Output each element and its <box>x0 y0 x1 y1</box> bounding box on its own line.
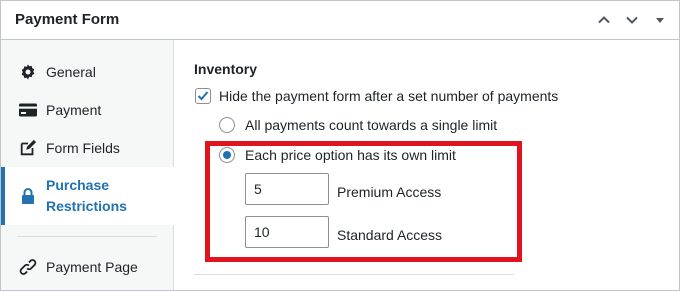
link-icon <box>18 257 38 277</box>
caret-down-icon[interactable] <box>649 9 671 31</box>
single-limit-label: All payments count towards a single limi… <box>245 117 498 133</box>
standard-access-label: Standard Access <box>337 227 443 243</box>
panel-title: Payment Form <box>15 11 120 28</box>
sidebar: General Payment Form Fields Purchase Res… <box>1 40 174 290</box>
sidebar-item-label: Purchase Restrictions <box>46 175 127 217</box>
sidebar-item-payment[interactable]: Payment <box>1 91 173 129</box>
lock-icon <box>18 186 38 206</box>
per-option-limit-option[interactable]: Each price option has its own limit <box>219 147 456 163</box>
edit-icon <box>18 138 38 158</box>
sidebar-item-label: Payment Page <box>46 259 138 275</box>
sidebar-item-label-line2: Restrictions <box>46 198 127 214</box>
credit-card-icon <box>18 100 38 120</box>
sidebar-item-label: General <box>46 64 96 80</box>
sidebar-item-form-fields[interactable]: Form Fields <box>1 129 173 167</box>
gear-icon <box>18 62 38 82</box>
sidebar-item-payment-page[interactable]: Payment Page <box>1 248 173 286</box>
sidebar-item-label: Form Fields <box>46 140 120 156</box>
content-divider <box>194 274 514 275</box>
sidebar-item-label-line1: Purchase <box>46 177 110 193</box>
panel-header-controls <box>587 9 671 31</box>
premium-access-limit-input[interactable] <box>245 173 329 205</box>
inventory-heading: Inventory <box>194 61 258 77</box>
panel-header: Payment Form <box>1 1 679 40</box>
sidebar-item-purchase-restrictions[interactable]: Purchase Restrictions <box>1 167 174 225</box>
per-option-limit-label: Each price option has its own limit <box>245 147 456 163</box>
sidebar-item-label: Payment <box>46 102 102 118</box>
single-limit-radio[interactable] <box>219 117 235 133</box>
chevron-up-icon[interactable] <box>593 9 615 31</box>
chevron-down-icon[interactable] <box>621 9 643 31</box>
premium-access-label: Premium Access <box>337 184 442 200</box>
hide-form-label: Hide the payment form after a set number… <box>219 88 559 104</box>
single-limit-option[interactable]: All payments count towards a single limi… <box>219 117 497 133</box>
sidebar-divider <box>17 236 157 237</box>
sidebar-item-general[interactable]: General <box>1 53 173 91</box>
main-content: Inventory Hide the payment form after a … <box>174 40 679 290</box>
hide-form-row[interactable]: Hide the payment form after a set number… <box>195 88 558 104</box>
payment-form-panel: Payment Form General Payment Form Fields… <box>0 0 680 291</box>
standard-access-limit-input[interactable] <box>245 216 329 248</box>
hide-form-checkbox[interactable] <box>195 88 211 104</box>
per-option-limit-radio[interactable] <box>219 147 235 163</box>
